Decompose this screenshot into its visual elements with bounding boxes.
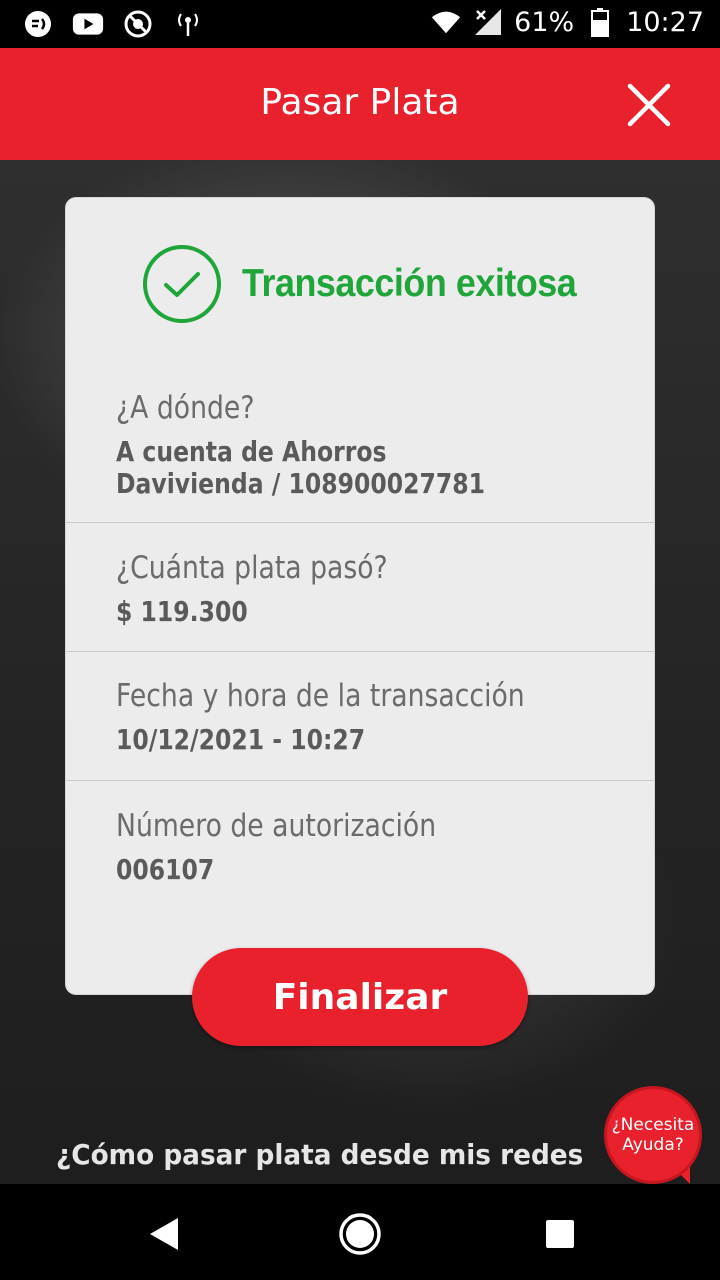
recents-square-icon xyxy=(546,1220,574,1248)
hotspot-icon xyxy=(172,8,204,40)
clock: 10:27 xyxy=(626,6,704,38)
destination-value: A cuenta de Ahorros Davivienda / 1089000… xyxy=(116,435,485,500)
success-message: Transacción exitosa xyxy=(242,262,577,305)
transaction-receipt-card: Transacción exitosa ¿A dónde? A cuenta d… xyxy=(66,198,654,994)
check-circle-icon xyxy=(143,245,221,323)
battery-percent: 61% xyxy=(514,6,575,38)
back-button[interactable] xyxy=(140,1210,188,1258)
signal-icon xyxy=(472,6,504,38)
youtube-icon xyxy=(72,8,104,40)
help-bubble-line1: ¿Necesita xyxy=(611,1115,695,1135)
battery-icon xyxy=(584,6,616,38)
finalize-button[interactable]: Finalizar xyxy=(192,948,528,1046)
authorization-label: Número de autorización xyxy=(116,808,437,844)
divider xyxy=(66,651,654,652)
home-button[interactable] xyxy=(336,1210,384,1258)
authorization-value: 006107 xyxy=(116,853,215,886)
back-triangle-icon xyxy=(150,1218,178,1250)
close-icon xyxy=(627,83,671,127)
recents-button[interactable] xyxy=(536,1210,584,1258)
destination-section: ¿A dónde? A cuenta de Ahorros Davivienda… xyxy=(66,390,654,500)
divider xyxy=(66,780,654,781)
wifi-icon xyxy=(430,6,462,38)
authorization-section: Número de autorización 006107 xyxy=(66,808,654,886)
amount-value: $ 119.300 xyxy=(116,595,248,628)
page-title: Pasar Plata xyxy=(260,82,460,123)
success-header: Transacción exitosa xyxy=(142,244,605,324)
amount-section: ¿Cuánta plata pasó? $ 119.300 xyxy=(66,550,654,628)
amount-label: ¿Cuánta plata pasó? xyxy=(116,550,388,586)
divider xyxy=(66,522,654,523)
messenger-icon xyxy=(22,8,54,40)
navigation-bar xyxy=(0,1184,720,1280)
help-bubble-line2: Ayuda? xyxy=(622,1135,684,1155)
help-chat-button[interactable]: ¿Necesita Ayuda? xyxy=(604,1086,702,1184)
datetime-value: 10/12/2021 - 10:27 xyxy=(116,723,366,756)
home-circle-icon xyxy=(339,1213,381,1255)
sync-off-icon xyxy=(122,8,154,40)
datetime-section: Fecha y hora de la transacción 10/12/202… xyxy=(66,678,654,756)
close-button[interactable] xyxy=(626,82,672,128)
social-transfer-help-link[interactable]: ¿Cómo pasar plata desde mis redes social… xyxy=(56,1138,582,1171)
app-header: Pasar Plata xyxy=(0,48,720,160)
datetime-label: Fecha y hora de la transacción xyxy=(116,678,525,714)
status-bar: 61% 10:27 xyxy=(0,0,720,48)
destination-label: ¿A dónde? xyxy=(116,390,255,426)
